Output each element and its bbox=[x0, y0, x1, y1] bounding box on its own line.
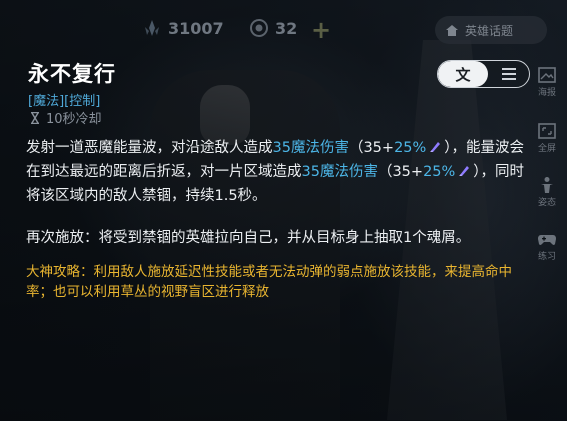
effect-text: （35+ bbox=[377, 164, 424, 180]
text-view-tab[interactable]: 文 bbox=[438, 61, 488, 87]
crystal-icon bbox=[145, 20, 159, 36]
plus-icon[interactable]: + bbox=[311, 16, 331, 44]
hourglass-icon bbox=[31, 111, 39, 124]
ap-ratio-value: 25% bbox=[423, 164, 456, 180]
rail-item-fullscreen[interactable]: 全屏 bbox=[532, 122, 562, 154]
rail-label-fullscreen: 全屏 bbox=[537, 144, 556, 154]
rail-item-pose[interactable]: 姿态 bbox=[532, 176, 562, 208]
crystal-count: 31007 bbox=[168, 18, 224, 38]
poster-icon bbox=[538, 67, 556, 83]
pose-icon bbox=[541, 177, 553, 193]
skill-cooldown: 10秒冷却 bbox=[30, 108, 102, 127]
skill-name: 永不复行 bbox=[28, 62, 116, 86]
list-view-tab[interactable] bbox=[488, 61, 529, 87]
rail-label-practice: 练习 bbox=[537, 252, 556, 262]
effect-text: （35+ bbox=[348, 140, 395, 156]
rail-label-pose: 姿态 bbox=[537, 198, 556, 208]
cooldown-label: 10秒冷却 bbox=[46, 112, 102, 127]
top-bar: 31007 32 + 英雄话题 bbox=[0, 0, 567, 52]
magic-damage-value: 35魔法伤害 bbox=[272, 140, 349, 156]
rail-item-poster[interactable]: 海报 bbox=[532, 66, 562, 98]
strategy-tip: 大神攻略：利用敌人施放延迟性技能或者无法动弹的弱点施放该技能，来提高命中率；也可… bbox=[26, 264, 512, 300]
coin-icon bbox=[250, 19, 268, 37]
effect-paragraph: 发射一道恶魔能量波，对沿途敌人造成35魔法伤害（35+25% ），能量波会在到达最… bbox=[26, 136, 526, 208]
skill-description: 发射一道恶魔能量波，对沿途敌人造成35魔法伤害（35+25% ），能量波会在到达最… bbox=[26, 136, 526, 302]
recast-paragraph: 再次施放：将受到禁锢的英雄拉向自己，并从目标身上抽取1个魂屑。 bbox=[26, 230, 471, 246]
coin-stat: 32 bbox=[249, 18, 297, 38]
coin-count: 32 bbox=[275, 18, 298, 38]
effect-text: 发射一道恶魔能量波，对沿途敌人造成 bbox=[26, 140, 273, 156]
ap-ratio-value: 25% bbox=[394, 140, 427, 156]
rail-item-practice[interactable]: 练习 bbox=[532, 230, 562, 262]
magic-power-icon bbox=[430, 142, 441, 152]
list-icon bbox=[501, 68, 516, 80]
hero-topic-button[interactable]: 英雄话题 bbox=[435, 16, 547, 44]
home-icon bbox=[446, 24, 458, 36]
gamepad-icon bbox=[538, 235, 556, 245]
skill-tags: [魔法][控制] bbox=[28, 94, 101, 109]
hero-topic-label: 英雄话题 bbox=[465, 23, 514, 38]
crystal-stat: 31007 bbox=[142, 18, 224, 38]
magic-power-icon bbox=[459, 166, 470, 176]
rail-label-poster: 海报 bbox=[537, 88, 556, 98]
view-toggle: 文 bbox=[437, 60, 530, 88]
magic-damage-value: 35魔法伤害 bbox=[301, 164, 378, 180]
fullscreen-icon bbox=[538, 123, 556, 139]
